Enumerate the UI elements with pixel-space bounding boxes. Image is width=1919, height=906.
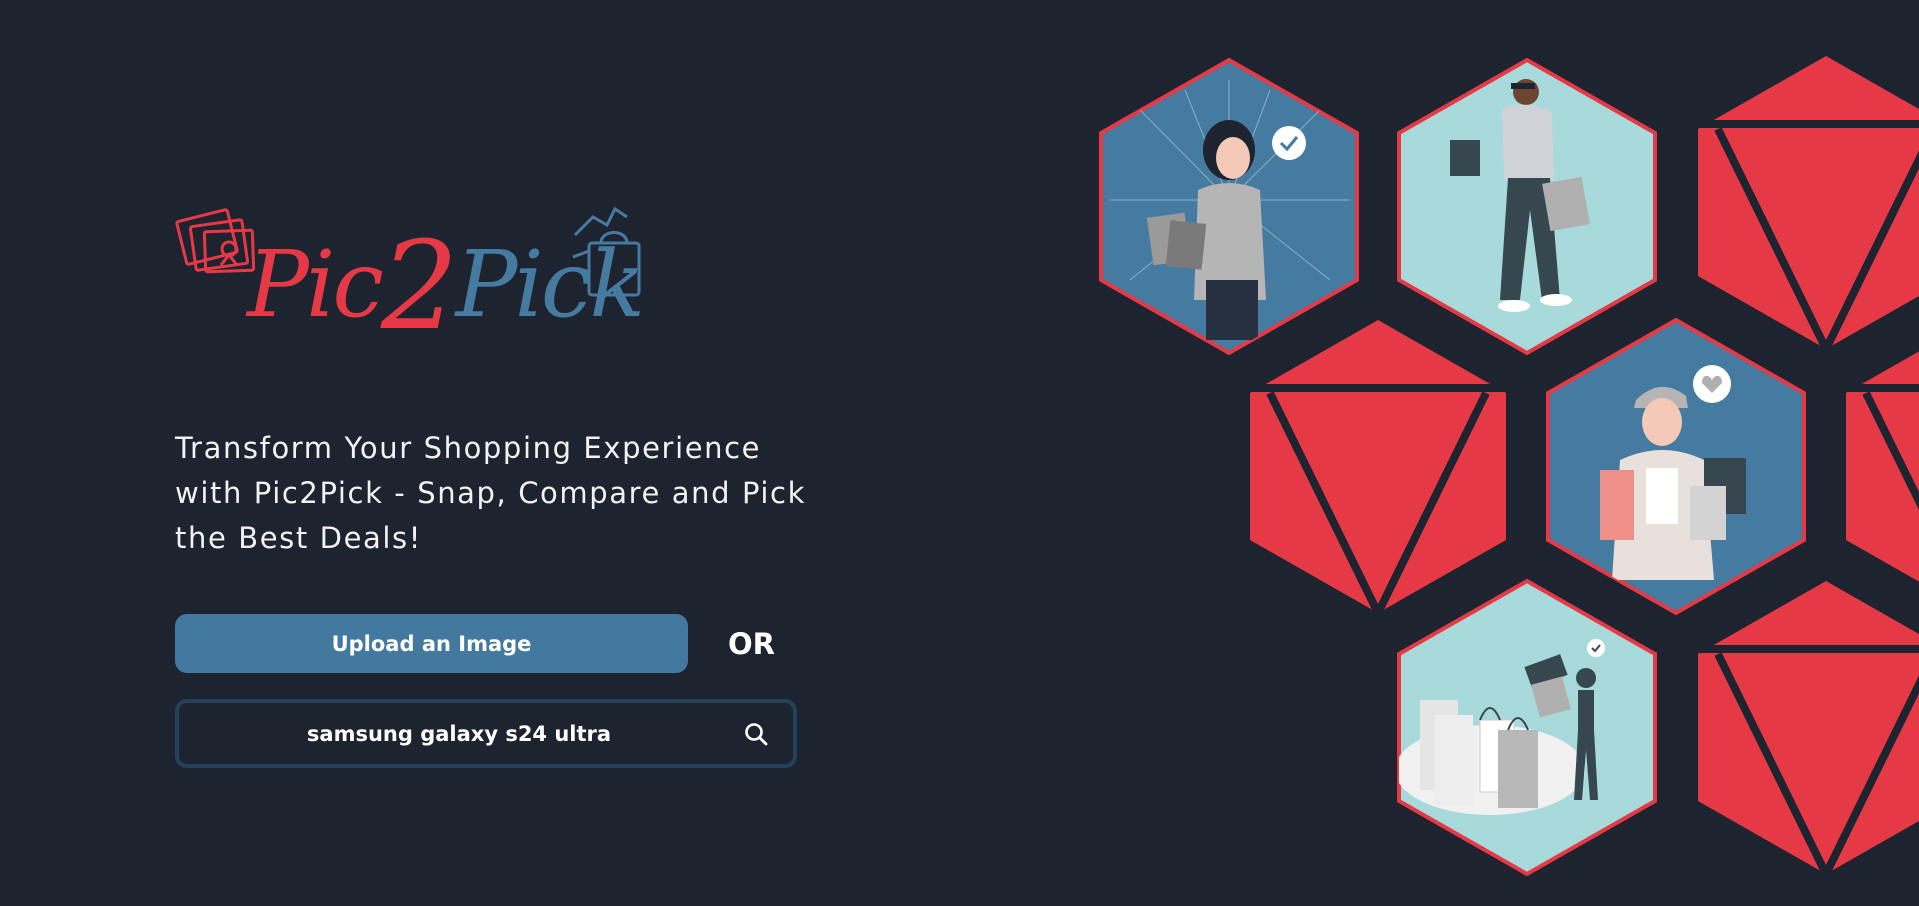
illustration-man-walking [1397, 57, 1657, 356]
landing-page: Pic2Pick Transform Your Shopping Experie… [0, 0, 1919, 906]
logo-word-pic: Pic [247, 231, 384, 338]
or-divider-label: OR [728, 627, 775, 661]
upload-image-button[interactable]: Upload an Image [175, 614, 688, 673]
illustration-sale-discount [1397, 578, 1657, 877]
decorative-red-hexagon [1846, 351, 1919, 582]
logo-word-pick: Pick [455, 231, 645, 338]
search-input[interactable] [199, 703, 719, 764]
hero-tagline: Transform Your Shopping Experience with … [175, 431, 806, 555]
decorative-red-hexagon [1698, 56, 1919, 351]
illustration-hex-grid [1090, 0, 1919, 906]
decorative-red-hexagon [1250, 320, 1506, 615]
logo-word-2: 2 [380, 215, 459, 357]
search-box [175, 699, 797, 768]
illustration-woman-thumbs-up [1546, 317, 1806, 616]
logo-wordmark: Pic2Pick [247, 213, 645, 347]
decorative-red-hexagon [1698, 581, 1919, 876]
illustration-woman-shopping [1099, 57, 1359, 356]
search-icon[interactable] [743, 721, 769, 747]
brand-logo: Pic2Pick [175, 195, 645, 347]
